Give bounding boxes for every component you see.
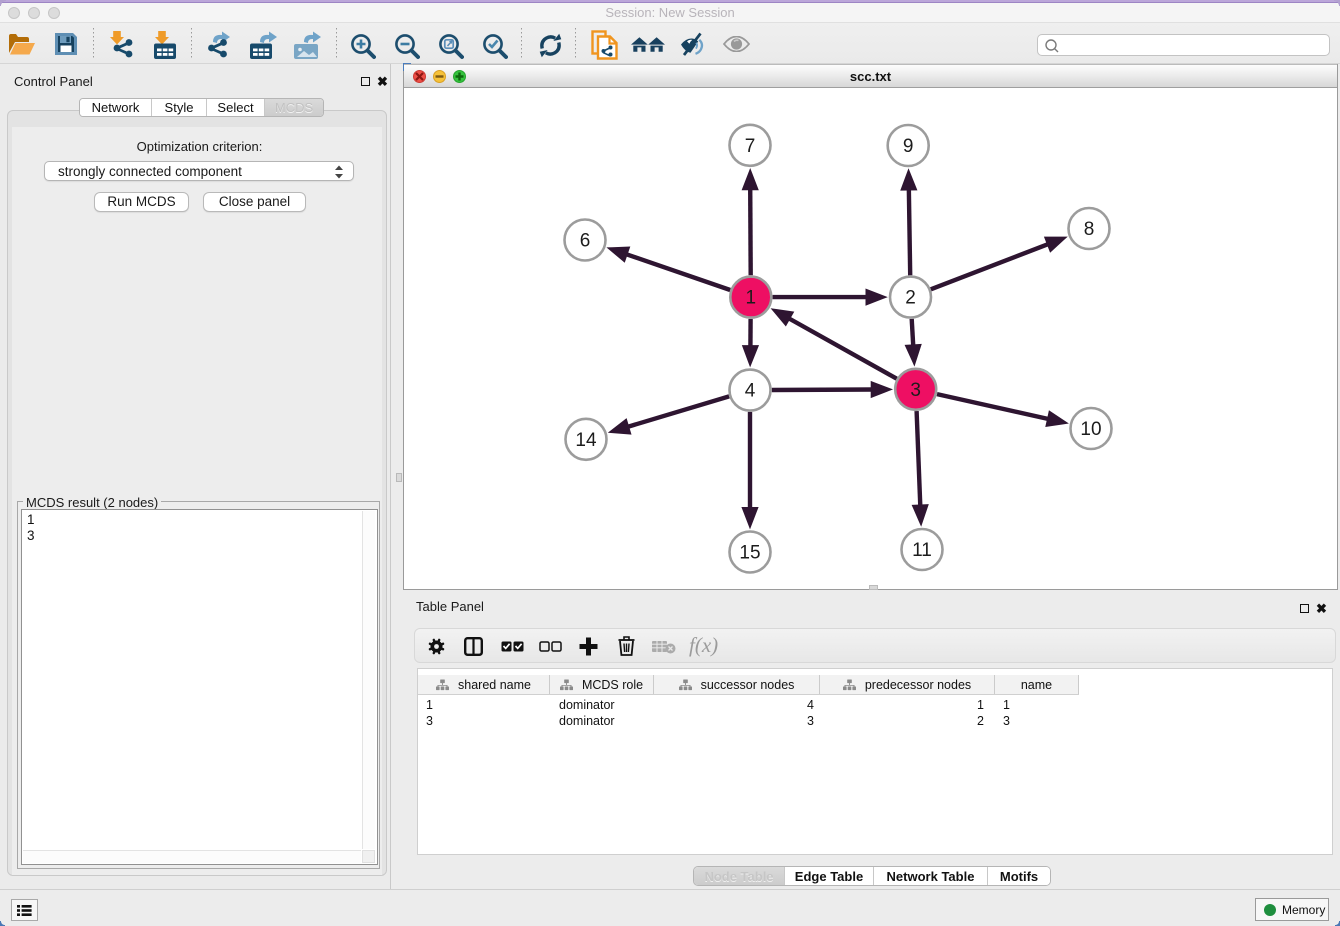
svg-text:4: 4	[745, 381, 756, 402]
svg-text:10: 10	[1080, 419, 1101, 440]
svg-text:2: 2	[905, 288, 916, 309]
svg-text:14: 14	[575, 430, 597, 451]
svg-text:7: 7	[745, 136, 756, 157]
svg-text:6: 6	[580, 231, 591, 252]
svg-text:11: 11	[912, 540, 932, 561]
svg-text:1: 1	[746, 288, 757, 309]
svg-text:15: 15	[739, 543, 760, 564]
svg-text:9: 9	[903, 136, 914, 157]
svg-text:3: 3	[910, 380, 921, 401]
svg-text:8: 8	[1084, 219, 1095, 240]
